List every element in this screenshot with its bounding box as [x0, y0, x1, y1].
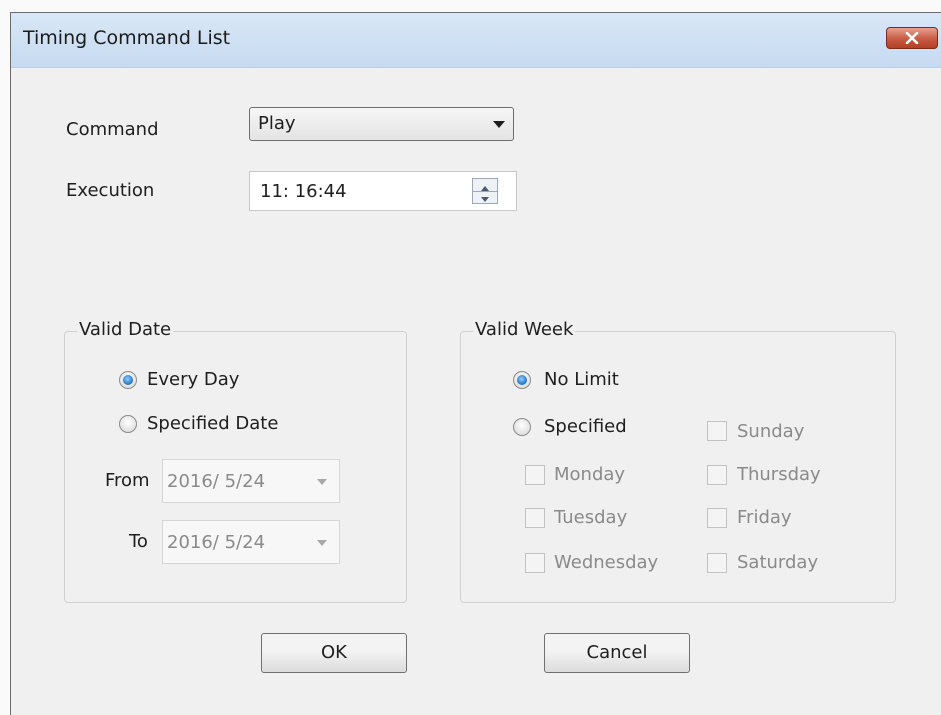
thursday-label: Thursday — [737, 464, 821, 485]
execution-time-input[interactable]: 11: 16:44 — [249, 171, 517, 211]
thursday-checkbox[interactable] — [707, 465, 727, 485]
execution-time-value: 11: 16:44 — [260, 181, 347, 202]
specified-week-label: Specified — [544, 416, 627, 437]
every-day-label: Every Day — [147, 369, 240, 390]
monday-label: Monday — [554, 464, 626, 485]
close-icon — [905, 32, 919, 44]
friday-checkbox[interactable] — [707, 508, 727, 528]
sunday-checkbox[interactable] — [707, 421, 727, 441]
ok-button[interactable]: OK — [261, 633, 407, 673]
chevron-down-icon — [317, 540, 327, 546]
to-date-picker[interactable]: 2016/ 5/24 — [162, 520, 340, 564]
no-limit-radio[interactable] — [513, 371, 531, 389]
every-day-radio[interactable] — [119, 371, 137, 389]
close-button[interactable] — [886, 27, 938, 49]
saturday-label: Saturday — [737, 552, 819, 573]
monday-checkbox[interactable] — [525, 465, 545, 485]
chevron-down-icon — [493, 121, 505, 128]
specified-week-radio[interactable] — [513, 418, 531, 436]
no-limit-label: No Limit — [544, 369, 619, 390]
execution-label: Execution — [66, 180, 155, 201]
valid-date-title: Valid Date — [77, 319, 174, 340]
chevron-down-icon — [317, 479, 327, 485]
tuesday-label: Tuesday — [554, 507, 628, 528]
from-label: From — [105, 470, 150, 491]
valid-week-title: Valid Week — [473, 319, 576, 340]
time-spinner — [472, 178, 498, 204]
to-date-value: 2016/ 5/24 — [167, 532, 266, 553]
from-date-picker[interactable]: 2016/ 5/24 — [162, 459, 340, 503]
to-label: To — [129, 531, 148, 552]
command-label: Command — [66, 119, 159, 140]
sunday-label: Sunday — [737, 421, 805, 442]
saturday-checkbox[interactable] — [707, 553, 727, 573]
wednesday-label: Wednesday — [554, 552, 659, 573]
specified-date-label: Specified Date — [147, 413, 279, 434]
command-value: Play — [258, 113, 296, 134]
cancel-button[interactable]: Cancel — [544, 633, 690, 673]
command-dropdown[interactable]: Play — [249, 107, 514, 141]
spin-down-button[interactable] — [473, 191, 497, 203]
from-date-value: 2016/ 5/24 — [167, 471, 266, 492]
specified-date-radio[interactable] — [119, 415, 137, 433]
tuesday-checkbox[interactable] — [525, 508, 545, 528]
friday-label: Friday — [737, 507, 792, 528]
dialog-window: Timing Command List Command Play Executi… — [10, 12, 941, 715]
wednesday-checkbox[interactable] — [525, 553, 545, 573]
title-bar: Timing Command List — [11, 13, 941, 68]
window-title: Timing Command List — [23, 27, 231, 49]
arrow-down-icon — [481, 197, 489, 202]
